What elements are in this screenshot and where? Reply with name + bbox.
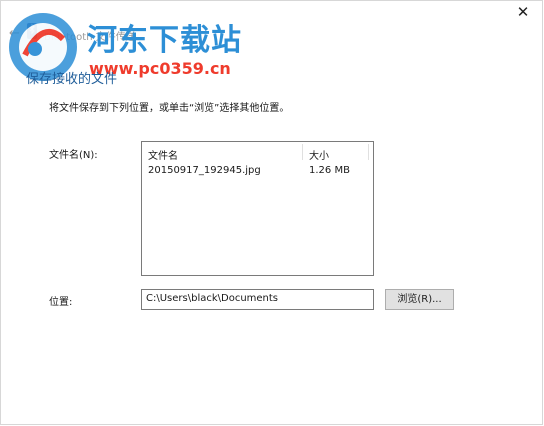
column-header-name[interactable]: 文件名 [148, 147, 178, 162]
bluetooth-dialog: ✕ ← Bluetooth 文件传送 河东下载站 www.pc0359.cn 保… [0, 0, 543, 425]
column-divider[interactable] [368, 144, 369, 160]
filename-label: 文件名(N): [49, 150, 98, 161]
instruction-text: 将文件保存到下列位置，或单击“浏览”选择其他位置。 [49, 103, 290, 114]
column-divider[interactable] [302, 144, 303, 160]
page-heading: 保存接收的文件 [26, 72, 118, 87]
file-list[interactable]: 文件名 大小 20150917_192945.jpg 1.26 MB [141, 141, 374, 276]
location-label: 位置: [49, 297, 73, 308]
file-list-header: 文件名 大小 [142, 142, 373, 162]
file-name-cell: 20150917_192945.jpg [148, 165, 261, 176]
watermark-title: 河东下载站 [87, 23, 242, 58]
file-size-cell: 1.26 MB [309, 165, 350, 176]
browse-button[interactable]: 浏览(R)... [385, 289, 454, 310]
file-list-row[interactable]: 20150917_192945.jpg 1.26 MB [142, 162, 373, 178]
location-input[interactable]: C:\Users\black\Documents [141, 289, 374, 310]
close-button[interactable]: ✕ [514, 3, 532, 21]
column-header-size[interactable]: 大小 [309, 147, 329, 162]
